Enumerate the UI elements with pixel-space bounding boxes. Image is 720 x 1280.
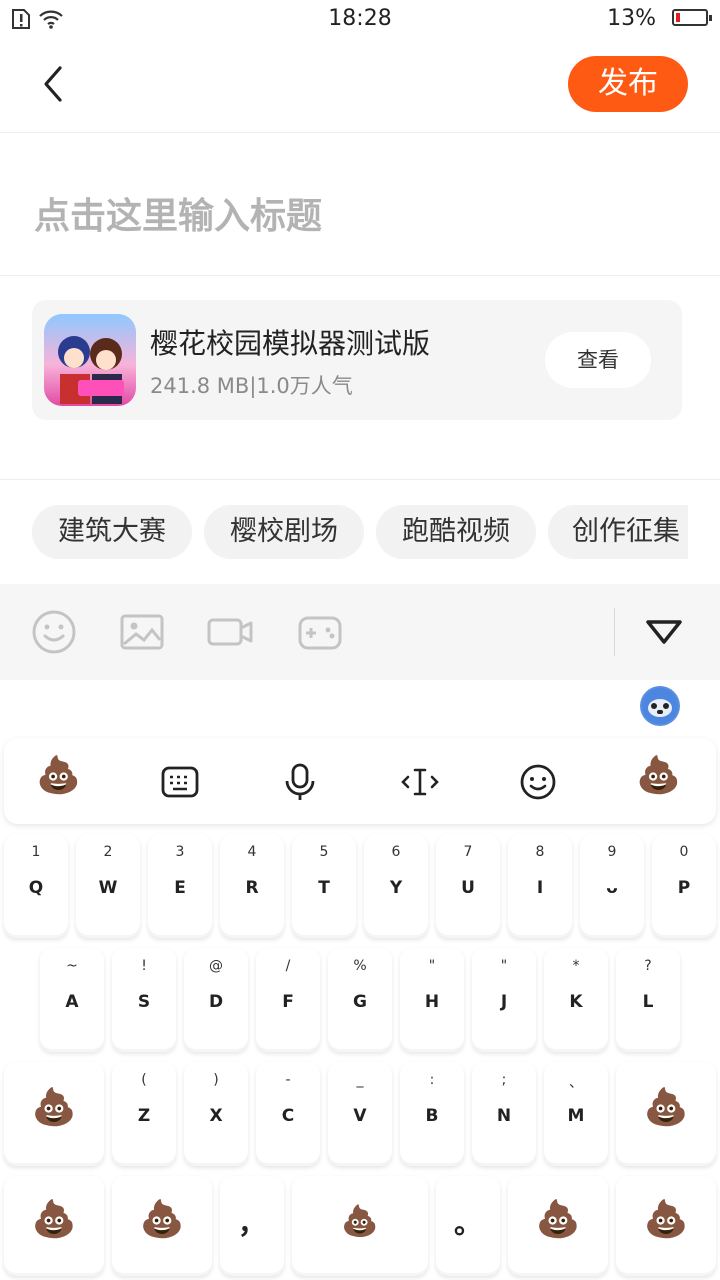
space-key[interactable]: 💩 bbox=[292, 1176, 428, 1276]
key[interactable]: _ V bbox=[328, 1062, 392, 1166]
back-icon[interactable] bbox=[34, 62, 74, 106]
game-card[interactable]: 樱花校园模拟器测试版 241.8 MB|1.0万人气 查看 bbox=[32, 300, 682, 420]
editor-toolbar bbox=[0, 584, 720, 680]
poop-emoji: 💩 bbox=[31, 1199, 77, 1240]
key[interactable]: -C bbox=[256, 1062, 320, 1166]
key[interactable]: 9ᴗ bbox=[580, 834, 644, 938]
game-name: 樱花校园模拟器测试版 bbox=[150, 327, 431, 360]
key[interactable]: 2W bbox=[76, 834, 140, 938]
symbol-key[interactable]: 💩 bbox=[4, 1176, 104, 1276]
poop-emoji: 💩 bbox=[643, 1199, 689, 1240]
publish-button[interactable]: 发布 bbox=[568, 56, 688, 112]
poop-emoji-key[interactable]: 💩 bbox=[636, 758, 681, 794]
poop-emoji: 💩 bbox=[139, 1199, 185, 1240]
battery-percent: 13% bbox=[607, 6, 656, 31]
image-icon[interactable] bbox=[118, 608, 166, 656]
period-key[interactable]: 。 bbox=[436, 1176, 500, 1276]
key[interactable]: 7U bbox=[436, 834, 500, 938]
keyboard-mascot-icon[interactable] bbox=[640, 686, 680, 726]
key[interactable]: / F bbox=[256, 948, 320, 1052]
header-divider bbox=[0, 132, 720, 133]
battery-fill bbox=[676, 13, 680, 22]
keyboard-candidate-bar bbox=[4, 738, 716, 824]
triangle-down-icon[interactable] bbox=[640, 608, 688, 656]
shift-key[interactable]: 💩 bbox=[4, 1062, 104, 1166]
key[interactable]: ? L bbox=[616, 948, 680, 1052]
status-bar: 18:28 13% bbox=[0, 0, 720, 40]
key[interactable]: 3E bbox=[148, 834, 212, 938]
video-icon[interactable] bbox=[206, 608, 254, 656]
title-input[interactable] bbox=[34, 184, 684, 240]
key[interactable]: ! S bbox=[112, 948, 176, 1052]
tag-item[interactable]: 建筑大赛 bbox=[32, 505, 192, 559]
backspace-key[interactable]: 💩 bbox=[616, 1062, 716, 1166]
game-icon bbox=[44, 314, 136, 406]
emoji-icon[interactable] bbox=[30, 608, 78, 656]
view-button[interactable]: 查看 bbox=[545, 332, 651, 388]
poop-emoji: 💩 bbox=[341, 1204, 379, 1239]
key[interactable]: ) X bbox=[184, 1062, 248, 1166]
key[interactable]: 6Y bbox=[364, 834, 428, 938]
key[interactable]: 1Q bbox=[4, 834, 68, 938]
key[interactable]: :B bbox=[400, 1062, 464, 1166]
key[interactable]: (Z bbox=[112, 1062, 176, 1166]
poop-emoji: 💩 bbox=[535, 1199, 581, 1240]
card-divider bbox=[0, 479, 720, 480]
title-divider bbox=[0, 275, 720, 276]
poop-emoji: 💩 bbox=[31, 1087, 77, 1128]
key[interactable]: 4R bbox=[220, 834, 284, 938]
key[interactable]: ~ A bbox=[40, 948, 104, 1052]
key[interactable]: 0P bbox=[652, 834, 716, 938]
key[interactable]: ; N bbox=[472, 1062, 536, 1166]
key[interactable]: * K bbox=[544, 948, 608, 1052]
smile-icon[interactable] bbox=[518, 762, 558, 802]
key[interactable]: 、 M bbox=[544, 1062, 608, 1166]
key[interactable]: 8I bbox=[508, 834, 572, 938]
key[interactable]: @ D bbox=[184, 948, 248, 1052]
game-meta: 241.8 MB|1.0万人气 bbox=[150, 374, 353, 398]
key[interactable]: 5T bbox=[292, 834, 356, 938]
comma-key[interactable]: ， bbox=[220, 1176, 284, 1276]
battery-icon bbox=[672, 9, 712, 26]
cursor-icon[interactable] bbox=[400, 762, 440, 802]
tag-item[interactable]: 创作征集 bbox=[548, 505, 688, 559]
tag-item[interactable]: 樱校剧场 bbox=[204, 505, 364, 559]
tag-item[interactable]: 跑酷视频 bbox=[376, 505, 536, 559]
number-key[interactable]: 💩 bbox=[112, 1176, 212, 1276]
key[interactable]: " H bbox=[400, 948, 464, 1052]
key[interactable]: " J bbox=[472, 948, 536, 1052]
poop-emoji: 💩 bbox=[643, 1087, 689, 1128]
microphone-icon[interactable] bbox=[280, 762, 320, 802]
enter-key[interactable]: 💩 bbox=[616, 1176, 716, 1276]
language-key[interactable]: 💩 bbox=[508, 1176, 608, 1276]
keyboard-icon[interactable] bbox=[160, 762, 200, 802]
poop-emoji-key[interactable]: 💩 bbox=[36, 758, 81, 794]
gamepad-icon[interactable] bbox=[296, 608, 344, 656]
key[interactable]: % G bbox=[328, 948, 392, 1052]
